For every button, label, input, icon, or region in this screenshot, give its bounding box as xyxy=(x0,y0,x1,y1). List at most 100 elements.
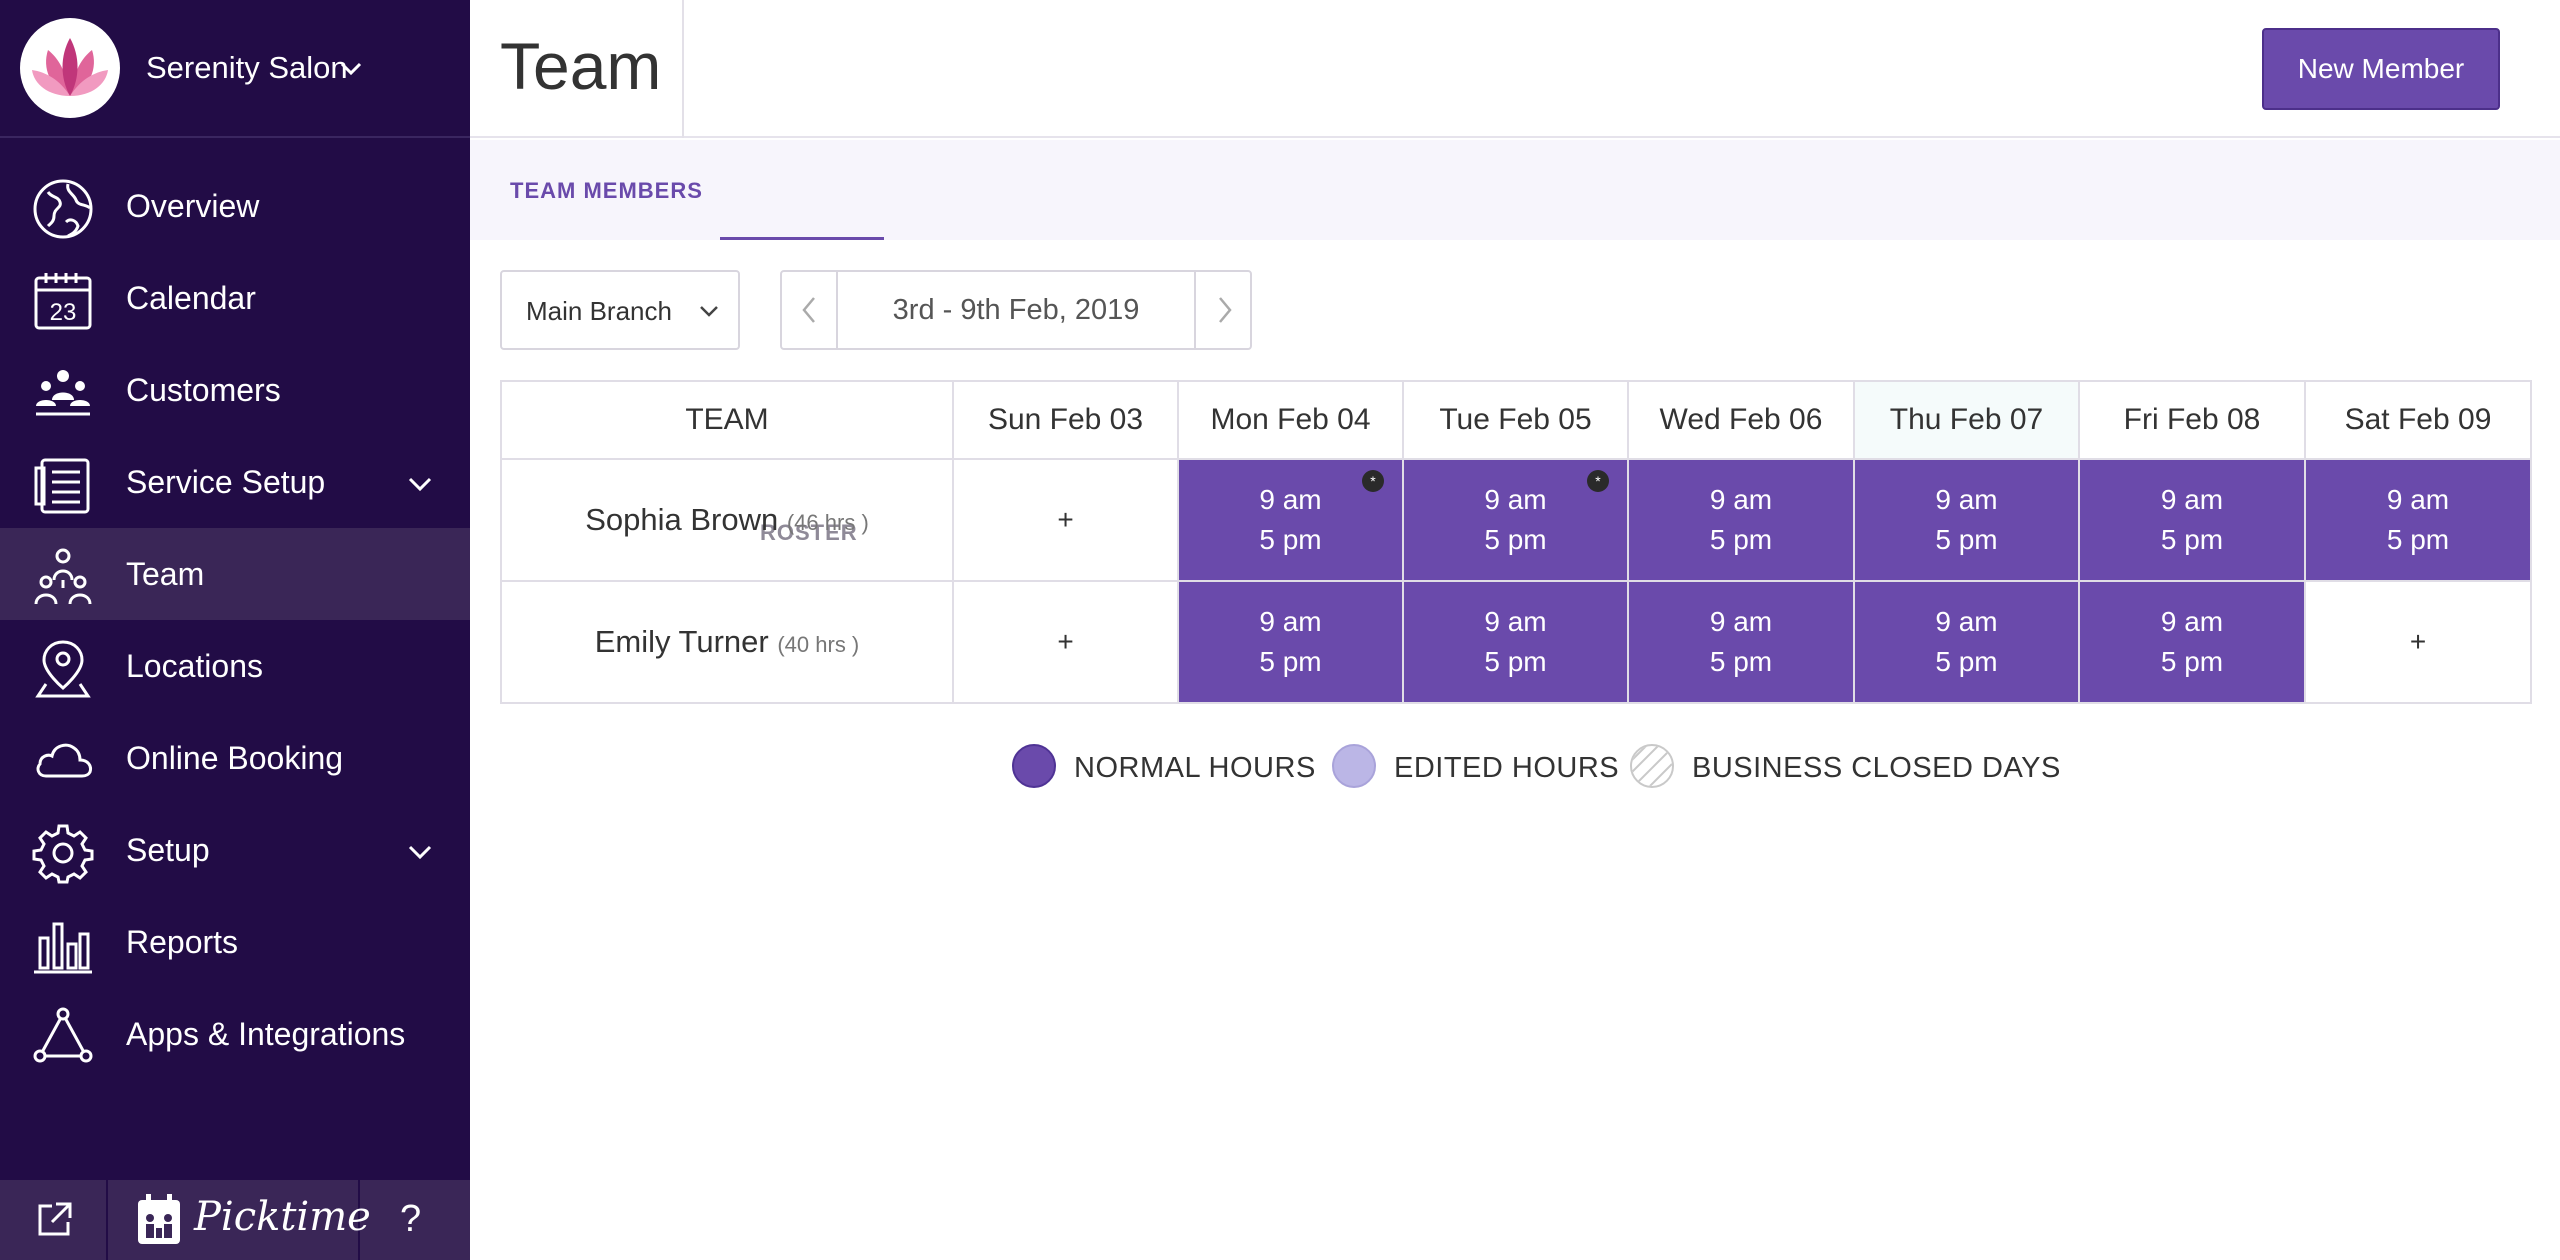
shift-start: 9 am xyxy=(1709,484,1773,515)
closed-days-swatch xyxy=(1630,744,1674,788)
shift-start: 9 am xyxy=(1259,606,1322,637)
globe-icon xyxy=(33,179,93,239)
shift-cell[interactable]: 9 am 5 pm xyxy=(1853,580,2080,704)
sidebar-item-apps-integrations[interactable]: Apps & Integrations xyxy=(0,988,470,1080)
sidebar-item-label: Apps & Integrations xyxy=(126,1016,406,1052)
chevron-down-icon[interactable] xyxy=(404,836,436,868)
sidebar-item-label: Online Booking xyxy=(126,740,344,776)
sidebar-item-overview[interactable]: Overview xyxy=(0,160,470,252)
salon-name: Serenity Salon xyxy=(146,50,348,85)
legend-label: NORMAL HOURS xyxy=(1074,752,1316,784)
previous-week-button[interactable] xyxy=(782,272,838,348)
next-week-button[interactable] xyxy=(1194,272,1250,348)
calendar-icon: 23 xyxy=(34,273,92,330)
column-header-day: Sun Feb 03 xyxy=(952,380,1179,460)
column-header-day: Sat Feb 09 xyxy=(2304,380,2532,460)
shift-end: 5 pm xyxy=(2386,524,2450,555)
sidebar-item-locations[interactable]: Locations xyxy=(0,620,470,712)
title-divider xyxy=(682,0,684,138)
shift-start: 9 am xyxy=(1935,606,1998,637)
shift-cell[interactable]: 9 am 5 pm xyxy=(2078,458,2306,582)
shift-cell[interactable]: 9 am 5 pm xyxy=(1853,458,2080,582)
sidebar-item-customers[interactable]: Customers xyxy=(0,344,470,436)
branch-select[interactable]: Main Branch xyxy=(500,270,740,350)
normal-hours-swatch xyxy=(1012,744,1056,788)
customers-icon xyxy=(36,370,90,416)
column-header-day: Fri Feb 08 xyxy=(2078,380,2306,460)
roster-row: Emily Turner (40 hrs ) +9 am 5 pm 9 am 5 pm 9… xyxy=(500,580,2532,704)
sidebar-item-label: Setup xyxy=(126,832,210,868)
edited-star-icon: * xyxy=(1362,470,1384,492)
roster-header-row: TEAM Sun Feb 03 Mon Feb 04 Tue Feb 05 We… xyxy=(500,380,2532,460)
open-external-button[interactable] xyxy=(0,1180,108,1260)
help-button[interactable]: ? xyxy=(360,1180,470,1260)
sidebar-item-label: Reports xyxy=(126,924,239,960)
shift-cell[interactable]: 9 am 5 pm xyxy=(2304,458,2532,582)
shift-end: 5 pm xyxy=(1935,646,1998,677)
edited-hours-swatch xyxy=(1332,744,1376,788)
date-range-label[interactable]: 3rd - 9th Feb, 2019 xyxy=(838,294,1194,327)
team-member-name: Sophia Brown xyxy=(585,502,779,537)
chevron-left-icon xyxy=(802,297,815,323)
shift-cell[interactable]: 9 am 5 pm xyxy=(1402,580,1629,704)
shift-cell[interactable]: 9 am 5 pm xyxy=(1627,580,1855,704)
column-header-today: Thu Feb 07 xyxy=(1853,380,2080,460)
sidebar-item-reports[interactable]: Reports xyxy=(0,896,470,988)
shift-cell[interactable]: 9 am 5 pm xyxy=(1627,458,1855,582)
shift-start: 9 am xyxy=(1484,606,1547,637)
team-member-hours: (46 hrs ) xyxy=(786,510,869,535)
calendar-day-number: 23 xyxy=(50,299,77,326)
team-icon xyxy=(34,548,92,605)
chevron-down-icon[interactable] xyxy=(404,468,436,500)
sidebar-item-label: Overview xyxy=(126,188,260,224)
column-header-team: TEAM xyxy=(500,380,954,460)
tab-team-members[interactable]: TEAM MEMBERS xyxy=(510,178,703,204)
chevron-right-icon xyxy=(1219,297,1232,323)
team-member-cell[interactable]: Emily Turner (40 hrs ) xyxy=(500,580,954,704)
shift-cell[interactable]: 9 am 5 pm * xyxy=(1177,458,1404,582)
question-icon: ? xyxy=(400,1198,422,1240)
new-member-button[interactable]: New Member xyxy=(2262,28,2500,110)
salon-switcher[interactable]: Serenity Salon xyxy=(0,0,470,138)
integrations-icon xyxy=(33,1007,93,1063)
sidebar-item-label: Locations xyxy=(126,648,263,684)
roster-row: Sophia Brown (46 hrs ) +9 am 5 pm * 9 am 5 pm… xyxy=(500,458,2532,582)
legend-label: EDITED HOURS xyxy=(1394,752,1620,784)
sidebar-item-team[interactable]: Team xyxy=(0,528,470,620)
shift-end: 5 pm xyxy=(1259,524,1322,555)
shift-end: 5 pm xyxy=(1935,524,1998,555)
shift-cell[interactable]: 9 am 5 pm xyxy=(2078,580,2306,704)
sidebar-item-label: Calendar xyxy=(126,280,256,316)
chevron-down-icon xyxy=(340,62,362,76)
shift-end: 5 pm xyxy=(2160,524,2224,555)
shift-cell[interactable]: 9 am 5 pm xyxy=(1177,580,1404,704)
service-list-icon xyxy=(34,458,90,514)
team-member-cell[interactable]: Sophia Brown (46 hrs ) xyxy=(500,458,954,582)
shift-cell[interactable]: 9 am 5 pm * xyxy=(1402,458,1629,582)
tab-bar: TEAM MEMBERS ROSTER xyxy=(470,140,2560,545)
column-header-day: Wed Feb 06 xyxy=(1627,380,1855,460)
add-shift-cell[interactable]: + xyxy=(952,458,1179,582)
sidebar-item-online-booking[interactable]: Online Booking xyxy=(0,712,470,804)
sidebar: Serenity Salon Overview 23 Calendar Cust… xyxy=(0,0,470,1260)
shift-end: 5 pm xyxy=(1484,524,1547,555)
sidebar-item-label: Team xyxy=(126,556,205,592)
page-header: Team New Member xyxy=(470,0,2560,138)
add-shift-cell[interactable]: + xyxy=(952,580,1179,704)
shift-start: 9 am xyxy=(2160,606,2224,637)
sidebar-item-label: Customers xyxy=(126,372,281,408)
add-shift-cell[interactable]: + xyxy=(2304,580,2532,704)
hatch-pattern-icon xyxy=(1632,746,1672,786)
roster-table: TEAM Sun Feb 03 Mon Feb 04 Tue Feb 05 We… xyxy=(500,380,2532,704)
app-root: Serenity Salon Overview 23 Calendar Cust… xyxy=(0,0,2560,1260)
team-member-hours: (40 hrs ) xyxy=(777,632,860,657)
shift-start: 9 am xyxy=(1935,484,1998,515)
date-range-navigator: 3rd - 9th Feb, 2019 xyxy=(780,270,1252,350)
edited-star-icon: * xyxy=(1587,470,1609,492)
column-header-day: Tue Feb 05 xyxy=(1402,380,1629,460)
sidebar-item-service-setup[interactable]: Service Setup xyxy=(0,436,470,528)
sidebar-item-setup[interactable]: Setup xyxy=(0,804,470,896)
sidebar-item-calendar[interactable]: 23 Calendar xyxy=(0,252,470,344)
picktime-logo[interactable]: Picktime xyxy=(108,1180,371,1260)
chevron-down-icon xyxy=(700,306,718,317)
